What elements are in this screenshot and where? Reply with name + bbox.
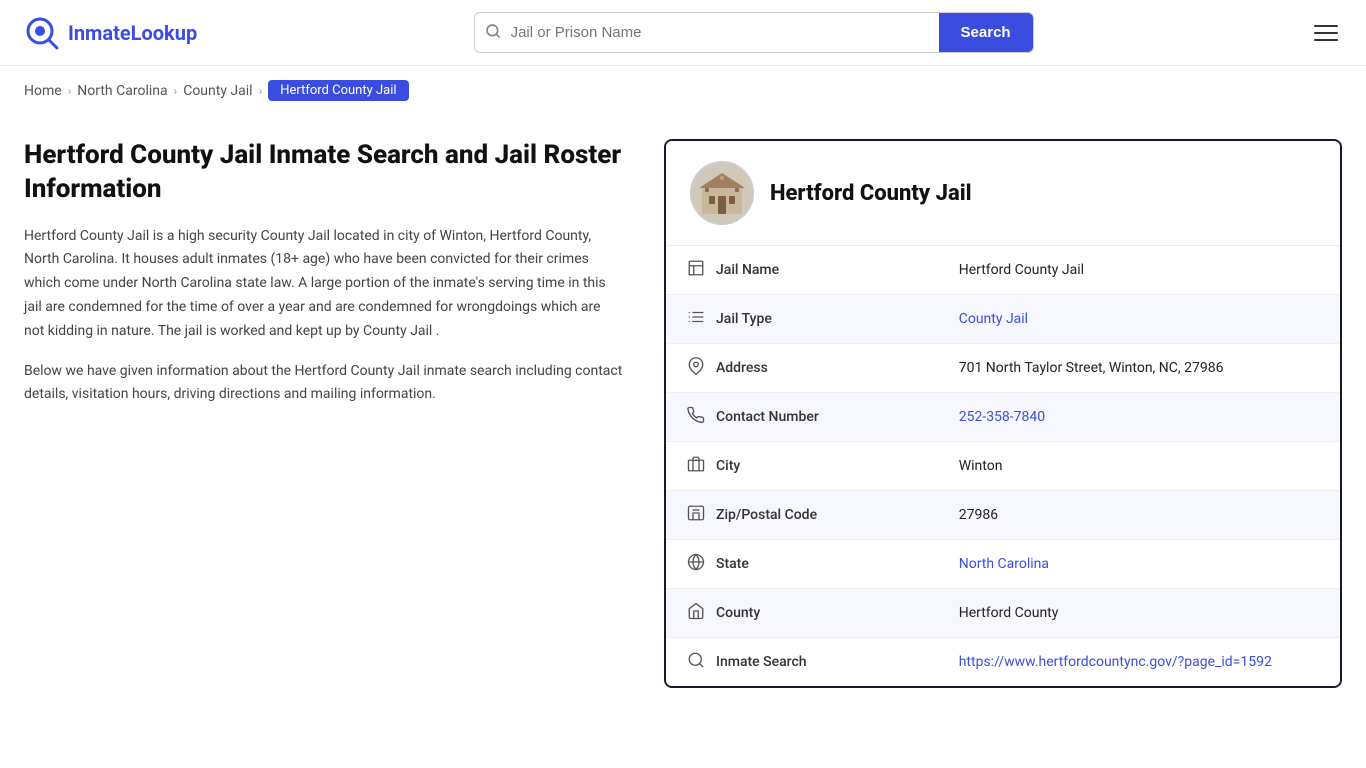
table-row: Zip/Postal Code27986 — [666, 491, 1340, 540]
search-bar-icon — [475, 23, 511, 43]
info-link[interactable]: North Carolina — [959, 556, 1049, 572]
table-row: Jail TypeCounty Jail — [666, 295, 1340, 344]
jail-card-header: Hertford County Jail — [666, 141, 1340, 246]
breadcrumb-type[interactable]: County Jail — [183, 83, 252, 99]
breadcrumb-home[interactable]: Home — [24, 83, 62, 99]
right-column: Hertford County Jail Jail NameHertford C… — [664, 139, 1342, 688]
info-value: Winton — [939, 442, 1340, 491]
page-heading: Hertford County Jail Inmate Search and J… — [24, 139, 624, 207]
page-description-1: Hertford County Jail is a high security … — [24, 225, 624, 344]
info-value: Hertford County Jail — [939, 246, 1340, 295]
state-icon — [686, 553, 706, 575]
search-input[interactable] — [511, 14, 939, 51]
breadcrumb-current: Hertford County Jail — [268, 80, 408, 101]
site-header: InmateLookup Search — [0, 0, 1366, 66]
info-value: 701 North Taylor Street, Winton, NC, 279… — [939, 344, 1340, 393]
breadcrumb-sep-3: › — [259, 84, 263, 98]
breadcrumb-sep-1: › — [68, 84, 72, 98]
table-row: StateNorth Carolina — [666, 540, 1340, 589]
table-row: Inmate Searchhttps://www.hertfordcountyn… — [666, 638, 1340, 687]
table-row: CityWinton — [666, 442, 1340, 491]
main-content: Hertford County Jail Inmate Search and J… — [0, 115, 1366, 728]
breadcrumb: Home › North Carolina › County Jail › He… — [0, 66, 1366, 115]
info-table: Jail NameHertford County JailJail TypeCo… — [666, 246, 1340, 686]
info-link[interactable]: 252-358-7840 — [959, 409, 1045, 425]
table-row: Contact Number252-358-7840 — [666, 393, 1340, 442]
hamburger-menu[interactable] — [1310, 21, 1342, 45]
county-icon — [686, 602, 706, 624]
left-column: Hertford County Jail Inmate Search and J… — [24, 139, 664, 688]
zip-icon — [686, 504, 706, 526]
info-link[interactable]: County Jail — [959, 311, 1028, 327]
jail-avatar — [690, 161, 754, 225]
jail-icon — [686, 259, 706, 281]
jail-info-card: Hertford County Jail Jail NameHertford C… — [664, 139, 1342, 688]
search-icon — [686, 651, 706, 673]
search-bar: Search — [474, 12, 1034, 53]
search-button[interactable]: Search — [939, 13, 1033, 52]
logo-text: InmateLookup — [68, 21, 197, 45]
city-icon — [686, 455, 706, 477]
page-description-2: Below we have given information about th… — [24, 360, 624, 408]
table-row: Address701 North Taylor Street, Winton, … — [666, 344, 1340, 393]
site-logo[interactable]: InmateLookup — [24, 15, 197, 51]
info-link[interactable]: https://www.hertfordcountync.gov/?page_i… — [959, 654, 1272, 670]
table-row: Jail NameHertford County Jail — [666, 246, 1340, 295]
type-icon — [686, 308, 706, 330]
breadcrumb-state[interactable]: North Carolina — [77, 83, 167, 99]
logo-icon — [24, 15, 60, 51]
info-value: Hertford County — [939, 589, 1340, 638]
breadcrumb-sep-2: › — [174, 84, 178, 98]
jail-title: Hertford County Jail — [770, 181, 972, 206]
table-row: CountyHertford County — [666, 589, 1340, 638]
phone-icon — [686, 406, 706, 428]
location-icon — [686, 357, 706, 379]
jail-building-icon — [697, 168, 747, 218]
info-value: 27986 — [939, 491, 1340, 540]
